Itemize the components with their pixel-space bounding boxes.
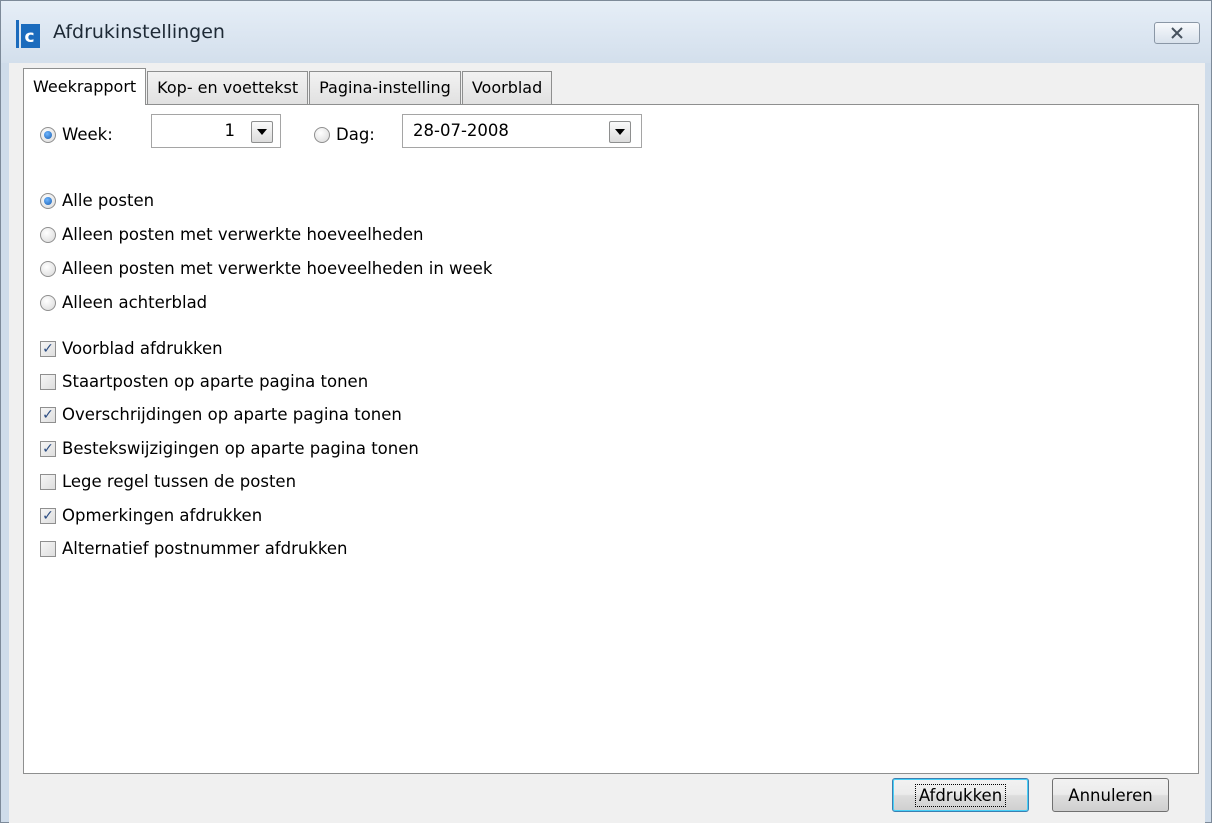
filter-option[interactable]: Alleen achterblad [40,293,207,312]
filter-option[interactable]: Alleen posten met verwerkte hoeveelheden [40,225,424,244]
tab-voorblad[interactable]: Voorblad [461,71,553,104]
day-value: 28-07-2008 [413,121,509,140]
filter-option[interactable]: Alle posten [40,191,154,210]
day-radio-row[interactable]: Dag: [314,125,375,144]
print-button[interactable]: Afdrukken [892,778,1029,812]
week-radio-row[interactable]: Week: [40,125,113,144]
checkbox[interactable]: ✓ [40,340,56,357]
close-x-icon [1171,27,1183,39]
week-label: Week: [62,125,113,144]
option-alternatief-postnummer[interactable]: Alternatief postnummer afdrukken [40,539,347,558]
checkbox[interactable]: ✓ [40,507,56,524]
checkbox[interactable] [40,473,56,490]
option-label: Alternatief postnummer afdrukken [62,539,348,558]
option-voorblad-afdrukken[interactable]: ✓ Voorblad afdrukken [40,339,223,358]
tab-pagina-instelling[interactable]: Pagina-instelling [309,71,461,104]
week-radio[interactable] [40,126,56,143]
filter-option[interactable]: Alleen posten met verwerkte hoeveelheden… [40,259,492,278]
checkbox[interactable] [40,373,56,390]
filter-label: Alle posten [62,191,155,210]
checkbox[interactable]: ✓ [40,440,56,457]
tab-kop-en-voettekst[interactable]: Kop- en voettekst [147,71,309,104]
chevron-down-icon[interactable] [609,121,631,143]
filter-radio[interactable] [40,226,56,243]
filter-radio[interactable] [40,294,56,311]
tab-weekrapport[interactable]: Weekrapport [23,68,147,105]
option-label: Bestekswijzigingen op aparte pagina tone… [62,439,419,458]
week-value: 1 [224,121,236,140]
svg-text:c: c [25,27,35,47]
day-dropdown[interactable]: 28-07-2008 [402,114,642,148]
week-dropdown[interactable]: 1 [151,114,281,148]
option-label: Opmerkingen afdrukken [62,506,263,525]
chevron-down-icon[interactable] [251,121,273,143]
option-label: Staartposten op aparte pagina tonen [62,372,369,391]
title-bar: c Afdrukinstellingen [1,1,1211,63]
day-label: Dag: [336,125,375,144]
print-settings-dialog: c Afdrukinstellingen Weekrapport Kop- en… [0,0,1212,823]
tab-panel-weekrapport: Week: 1 Dag: 28-07-2008 Alle posten Alle… [23,104,1199,774]
option-opmerkingen[interactable]: ✓ Opmerkingen afdrukken [40,506,262,525]
app-c-icon: c [16,20,40,48]
tab-strip: Weekrapport Kop- en voettekst Pagina-ins… [23,67,553,105]
option-lege-regel[interactable]: Lege regel tussen de posten [40,472,296,491]
option-staartposten[interactable]: Staartposten op aparte pagina tonen [40,372,368,391]
option-label: Overschrijdingen op aparte pagina tonen [62,405,402,424]
filter-label: Alleen achterblad [62,293,208,312]
checkbox[interactable] [40,540,56,557]
cancel-button-label: Annuleren [1068,785,1153,805]
dialog-client-area: Weekrapport Kop- en voettekst Pagina-ins… [9,63,1205,823]
option-label: Voorblad afdrukken [62,339,223,358]
option-overschrijdingen[interactable]: ✓ Overschrijdingen op aparte pagina tone… [40,405,402,424]
filter-radio[interactable] [40,260,56,277]
option-label: Lege regel tussen de posten [62,472,297,491]
filter-label: Alleen posten met verwerkte hoeveelheden… [62,259,493,278]
close-button[interactable] [1154,22,1200,44]
print-button-label: Afdrukken [914,783,1007,807]
filter-radio[interactable] [40,192,56,209]
option-bestekswijzigingen[interactable]: ✓ Bestekswijzigingen op aparte pagina to… [40,439,419,458]
window-title: Afdrukinstellingen [53,21,225,43]
cancel-button[interactable]: Annuleren [1052,778,1169,812]
filter-label: Alleen posten met verwerkte hoeveelheden [62,225,424,244]
day-radio[interactable] [314,126,330,143]
checkbox[interactable]: ✓ [40,406,56,423]
